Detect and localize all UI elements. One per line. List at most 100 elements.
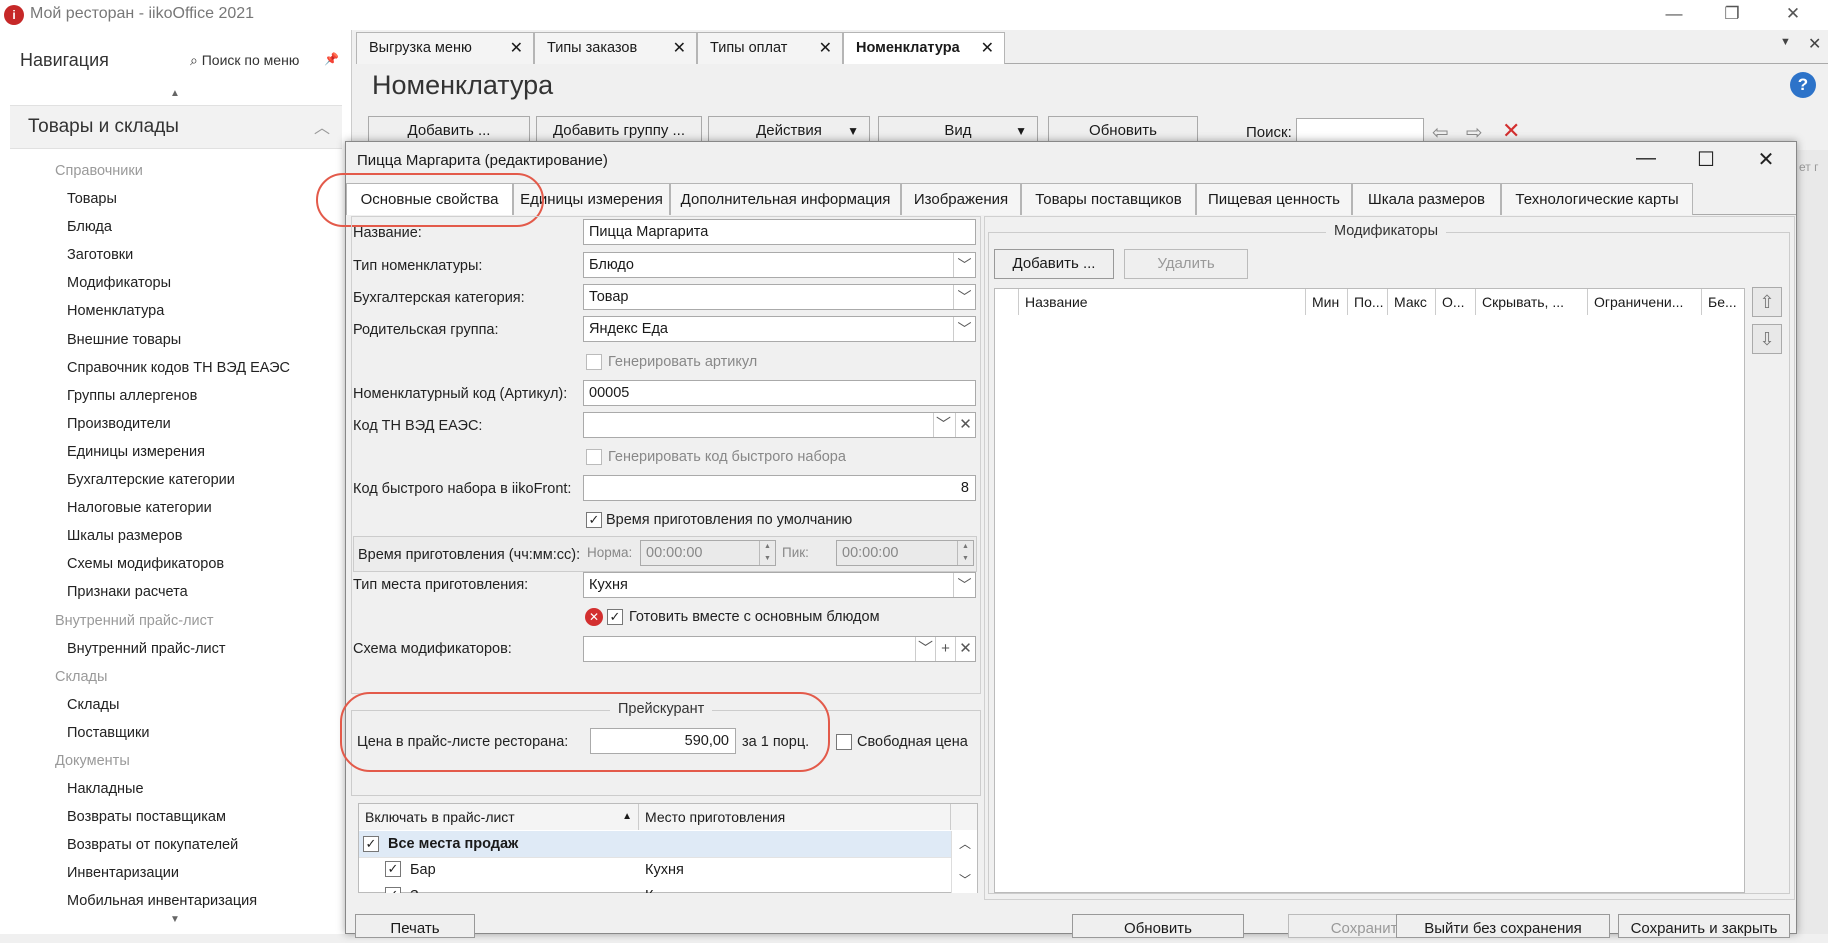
spinner-icon[interactable]: ▲ ▼ xyxy=(957,541,973,565)
mod-header-limit[interactable]: Ограничени... xyxy=(1588,289,1702,315)
dialog-minimize-button[interactable]: — xyxy=(1616,147,1676,177)
tab-tech-cards[interactable]: Технологические карты xyxy=(1501,183,1693,215)
close-window-button[interactable]: ✕ xyxy=(1765,0,1821,30)
nav-item[interactable]: Номенклатура xyxy=(0,297,352,325)
close-icon[interactable]: ✕ xyxy=(510,33,523,64)
nav-group-header[interactable]: Склады xyxy=(0,663,352,691)
tab-additional-info[interactable]: Дополнительная информация xyxy=(670,183,901,215)
dialog-close-button[interactable]: ✕ xyxy=(1736,147,1796,177)
nav-group-header[interactable]: Документы xyxy=(0,747,352,775)
tab-list-dropdown-icon[interactable]: ▼ xyxy=(1780,36,1791,48)
menu-search-link[interactable]: ⌕ Поиск по меню xyxy=(190,52,299,69)
grid-header-include[interactable]: Включать в прайс-лист ▲ xyxy=(359,804,639,830)
chevron-down-icon[interactable]: ﹀ xyxy=(933,413,953,437)
tab-units[interactable]: Единицы измерения xyxy=(513,183,670,215)
print-button[interactable]: Печать xyxy=(355,914,475,938)
mod-header-hide[interactable]: Скрывать, ... xyxy=(1476,289,1588,315)
table-row[interactable]: ✓ З К xyxy=(359,883,951,893)
type-select[interactable]: Блюдо ﹀ xyxy=(583,252,976,278)
scroll-up-icon[interactable]: ▲ xyxy=(170,88,180,99)
doc-tab-nomenclature[interactable]: Номенклатура ✕ xyxy=(843,32,1005,64)
close-icon[interactable]: ✕ xyxy=(673,33,686,64)
nav-item[interactable]: Товары xyxy=(0,185,352,213)
doc-tab-payment-types[interactable]: Типы оплат ✕ xyxy=(697,32,843,64)
exit-without-saving-button[interactable]: Выйти без сохранения xyxy=(1396,914,1610,938)
chevron-down-icon[interactable]: ﹀ xyxy=(953,253,975,277)
nav-item[interactable]: Группы аллергенов xyxy=(0,382,352,410)
parent-group-select[interactable]: Яндекс Еда ﹀ xyxy=(583,316,976,342)
mod-header-name[interactable]: Название xyxy=(1019,289,1306,315)
nav-item[interactable]: Единицы измерения xyxy=(0,438,352,466)
move-down-icon[interactable]: ⇩ xyxy=(1752,324,1782,354)
tab-nutrition[interactable]: Пищевая ценность xyxy=(1196,183,1352,215)
row-checkbox-3[interactable]: ✓ xyxy=(385,887,401,893)
clear-icon[interactable]: ✕ xyxy=(955,637,975,661)
delete-modifier-button[interactable]: Удалить xyxy=(1124,249,1248,279)
nav-item[interactable]: Склады xyxy=(0,691,352,719)
close-all-tabs-icon[interactable]: ✕ xyxy=(1808,34,1821,54)
mod-header-max[interactable]: Макс xyxy=(1388,289,1436,315)
dialog-refresh-button[interactable]: Обновить xyxy=(1072,914,1244,938)
mod-header-free[interactable]: Бе... xyxy=(1702,289,1744,315)
row-checkbox-bar[interactable]: ✓ xyxy=(385,861,401,877)
close-icon[interactable]: ✕ xyxy=(981,33,994,64)
nav-item[interactable]: Внутренний прайс-лист xyxy=(0,635,352,663)
grid-scrollbar[interactable]: ︿ ﹀ xyxy=(951,831,977,893)
nav-item[interactable]: Поставщики xyxy=(0,719,352,747)
close-icon[interactable]: ✕ xyxy=(819,33,832,64)
dialog-maximize-button[interactable]: ☐ xyxy=(1676,147,1736,177)
fast-code-input[interactable]: 8 xyxy=(583,475,976,501)
nav-item[interactable]: Возвраты от покупателей xyxy=(0,831,352,859)
chevron-down-icon[interactable]: ﹀ xyxy=(953,573,975,597)
mod-header-default[interactable]: По... xyxy=(1348,289,1388,315)
nav-item[interactable]: Признаки расчета xyxy=(0,578,352,606)
move-up-icon[interactable]: ⇧ xyxy=(1752,287,1782,317)
nav-item[interactable]: Внешние товары xyxy=(0,326,352,354)
chevron-down-icon[interactable]: ﹀ xyxy=(959,871,971,888)
cook-together-checkbox[interactable]: ✓ xyxy=(607,609,623,625)
modifier-scheme-select[interactable]: ﹀ + ✕ xyxy=(583,636,976,662)
nav-item[interactable]: Налоговые категории xyxy=(0,494,352,522)
spinner-icon[interactable]: ▲ ▼ xyxy=(759,541,775,565)
nav-item[interactable]: Модификаторы xyxy=(0,269,352,297)
chevron-down-icon[interactable]: ﹀ xyxy=(953,317,975,341)
nav-item[interactable]: Шкалы размеров xyxy=(0,522,352,550)
scroll-down-icon[interactable]: ▼ xyxy=(170,914,180,925)
nav-item[interactable]: Схемы модификаторов xyxy=(0,550,352,578)
chevron-up-icon[interactable]: ︿ xyxy=(959,835,971,852)
name-input[interactable]: Пицца Маргарита xyxy=(583,219,976,245)
article-code-input[interactable]: 00005 xyxy=(583,380,976,406)
free-price-checkbox[interactable] xyxy=(836,734,852,750)
restore-button[interactable]: ❐ xyxy=(1704,0,1760,30)
tab-basic-properties[interactable]: Основные свойства xyxy=(346,183,513,215)
nav-item[interactable]: Производители xyxy=(0,410,352,438)
doc-tab-order-types[interactable]: Типы заказов ✕ xyxy=(534,32,697,64)
nav-item[interactable]: Заготовки xyxy=(0,241,352,269)
price-input[interactable]: 590,00 xyxy=(590,728,736,754)
help-icon[interactable]: ? xyxy=(1790,72,1816,98)
add-modifier-button[interactable]: Добавить ... xyxy=(994,249,1114,279)
pin-icon[interactable]: 📌 xyxy=(324,52,339,66)
grid-header-place[interactable]: Место приготовления xyxy=(639,804,951,830)
nav-item[interactable]: Мобильная инвентаризация xyxy=(0,887,352,915)
chevron-down-icon[interactable]: ﹀ xyxy=(915,637,935,661)
clear-icon[interactable]: ✕ xyxy=(955,413,975,437)
tab-size-scale[interactable]: Шкала размеров xyxy=(1352,183,1501,215)
nav-item[interactable]: Справочник кодов ТН ВЭД ЕАЭС xyxy=(0,354,352,382)
nav-item[interactable]: Возвраты поставщикам xyxy=(0,803,352,831)
nav-item[interactable]: Блюда xyxy=(0,213,352,241)
generate-fast-code-checkbox[interactable] xyxy=(586,449,602,465)
cook-place-select[interactable]: Кухня ﹀ xyxy=(583,572,976,598)
mod-header-min[interactable]: Мин xyxy=(1306,289,1348,315)
nav-item[interactable]: Бухгалтерские категории xyxy=(0,466,352,494)
doc-tab-menu-export[interactable]: Выгрузка меню ✕ xyxy=(356,32,534,64)
nav-group-header[interactable]: Внутренний прайс-лист xyxy=(0,607,352,635)
chevron-up-icon[interactable]: ︿ xyxy=(314,114,330,138)
chevron-down-icon[interactable]: ﹀ xyxy=(953,285,975,309)
row-checkbox-all[interactable]: ✓ xyxy=(363,836,379,852)
norm-time-input[interactable]: 00:00:00 ▲ ▼ xyxy=(640,540,776,566)
mod-header-required[interactable]: О... xyxy=(1436,289,1476,315)
generate-article-checkbox[interactable] xyxy=(586,354,602,370)
plus-icon[interactable]: + xyxy=(935,637,955,661)
nav-item[interactable]: Инвентаризации xyxy=(0,859,352,887)
